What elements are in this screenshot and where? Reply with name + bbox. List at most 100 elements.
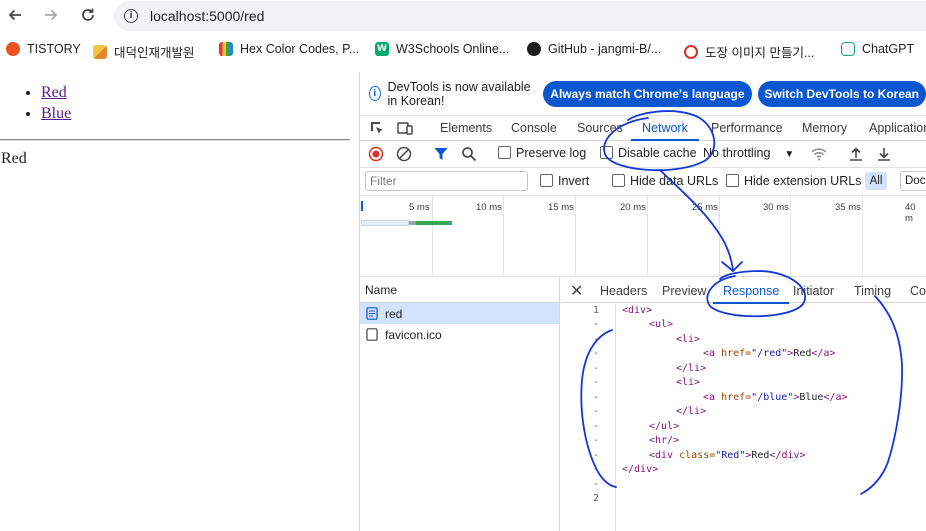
request-name: red xyxy=(385,306,403,321)
request-row-red[interactable]: red xyxy=(360,303,559,324)
red-link[interactable]: Red xyxy=(41,84,67,101)
timeline-tick-label: 20 ms xyxy=(620,202,646,213)
checkbox-box[interactable] xyxy=(726,174,739,187)
forward-button[interactable] xyxy=(40,4,62,26)
bookmark-w3schools[interactable]: W W3Schools Online... xyxy=(375,42,509,56)
info-icon: i xyxy=(369,86,381,101)
filter-icon[interactable] xyxy=(433,146,449,162)
clear-icon[interactable] xyxy=(396,146,412,162)
device-toolbar-icon[interactable] xyxy=(397,120,413,136)
timeline-gridline xyxy=(647,196,648,277)
line-number: - xyxy=(592,435,599,446)
tag: <div xyxy=(649,450,680,461)
bookmark-github[interactable]: GitHub - jangmi-B/... xyxy=(527,42,661,56)
filter-doc-button[interactable]: Doc xyxy=(900,171,926,191)
line-number: 2 xyxy=(592,493,599,504)
switch-to-korean-button[interactable]: Switch DevTools to Korean xyxy=(757,80,926,107)
tab-headers[interactable]: Headers xyxy=(600,284,647,298)
network-conditions-icon[interactable] xyxy=(810,146,828,162)
reload-icon xyxy=(82,8,94,21)
timeline-gridline xyxy=(862,196,863,277)
disable-cache-checkbox[interactable]: Disable cache xyxy=(600,146,697,160)
close-icon[interactable]: ✕ xyxy=(570,281,583,301)
site-info-icon[interactable]: i xyxy=(124,9,138,23)
inspect-element-icon[interactable] xyxy=(369,120,385,136)
stamp-icon xyxy=(684,44,698,59)
record-icon[interactable] xyxy=(368,146,384,162)
tab-cookies[interactable]: Coo xyxy=(910,284,926,298)
bookmark-daedeok[interactable]: 대덕인재개발원 xyxy=(93,42,195,61)
tab-application[interactable]: Application xyxy=(869,121,926,135)
filter-input[interactable]: Filter xyxy=(365,171,528,191)
invert-checkbox[interactable]: Invert xyxy=(540,174,589,188)
tab-initiator[interactable]: Initiator xyxy=(793,284,834,298)
bookmark-hex-color[interactable]: Hex Color Codes, P... xyxy=(219,42,359,56)
timeline-tick-label: 25 ms xyxy=(692,202,718,213)
timeline-download-bar xyxy=(416,221,449,225)
line-number: - xyxy=(592,319,599,330)
code-line: <div class="Red">Red</div> xyxy=(649,450,806,461)
pencil-icon xyxy=(93,44,107,59)
preserve-log-checkbox[interactable]: Preserve log xyxy=(498,146,586,160)
code-line: <a href="/blue">Blue</a> xyxy=(703,392,848,403)
checkbox-box[interactable] xyxy=(540,174,553,187)
timeline-gridline xyxy=(719,196,720,277)
tab-preview[interactable]: Preview xyxy=(662,284,706,298)
checkbox-box[interactable] xyxy=(612,174,625,187)
document-icon xyxy=(366,307,378,320)
throttling-select[interactable]: No throttling ▼ xyxy=(703,146,794,160)
address-bar[interactable]: i localhost:5000/red xyxy=(114,1,926,31)
request-detail: ✕ Headers Preview Response Initiator Tim… xyxy=(561,277,926,531)
devtools-tabbar: Elements Console Sources Network Perform… xyxy=(360,116,926,141)
tab-elements[interactable]: Elements xyxy=(440,121,492,135)
tab-sources[interactable]: Sources xyxy=(577,121,623,135)
line-number: - xyxy=(592,348,599,359)
timeline-gridline xyxy=(503,196,504,277)
tab-console[interactable]: Console xyxy=(511,121,557,135)
search-icon[interactable] xyxy=(461,146,477,162)
reload-button[interactable] xyxy=(77,4,99,26)
bookmarks-bar: TISTORY 대덕인재개발원 Hex Color Codes, P... W … xyxy=(0,36,926,66)
page-content: Red Blue Red xyxy=(0,72,360,531)
code-line: <hr/> xyxy=(649,435,680,446)
line-number: - xyxy=(592,479,599,490)
hide-extension-urls-checkbox[interactable]: Hide extension URLs xyxy=(726,174,861,188)
tab-timing[interactable]: Timing xyxy=(854,284,891,298)
bookmark-chatgpt[interactable]: ChatGPT xyxy=(841,42,914,56)
request-row-favicon[interactable]: favicon.ico xyxy=(360,324,559,345)
export-har-icon[interactable] xyxy=(876,146,892,162)
tab-performance[interactable]: Performance xyxy=(711,121,783,135)
name-column-header[interactable]: Name xyxy=(360,277,559,303)
always-match-language-button[interactable]: Always match Chrome's language xyxy=(543,80,752,107)
tag: </a> xyxy=(811,348,836,359)
bookmark-label: ChatGPT xyxy=(862,42,915,56)
tag: </div> xyxy=(769,450,806,461)
hide-data-urls-checkbox[interactable]: Hide data URLs xyxy=(612,174,718,188)
network-timeline[interactable]: 5 ms 10 ms 15 ms 20 ms 25 ms 30 ms 35 ms… xyxy=(360,196,926,277)
preserve-log-label: Preserve log xyxy=(516,146,587,160)
filter-all-button[interactable]: All xyxy=(865,172,887,190)
code-line: <a href="/red">Red</a> xyxy=(703,348,836,359)
tab-memory[interactable]: Memory xyxy=(802,121,847,135)
checkbox-box[interactable] xyxy=(600,146,613,159)
blue-link[interactable]: Blue xyxy=(41,105,71,122)
timeline-tick-label: 15 ms xyxy=(548,202,574,213)
line-number: - xyxy=(592,406,599,417)
line-number: - xyxy=(592,363,599,374)
line-number: - xyxy=(592,464,599,475)
timeline-cursor xyxy=(361,201,363,211)
code-line: <ul> xyxy=(649,319,674,330)
response-viewer[interactable]: 1 - - - - - - - - - - - - 2 <div> <ul> <… xyxy=(561,304,926,531)
bookmark-stamp[interactable]: 도장 이미지 만들기... xyxy=(684,42,814,61)
checkbox-box[interactable] xyxy=(498,146,511,159)
color-palette-icon xyxy=(219,42,233,56)
github-icon xyxy=(527,42,541,56)
link-list: Red Blue xyxy=(22,82,71,124)
tab-network[interactable]: Network xyxy=(631,121,699,141)
import-har-icon[interactable] xyxy=(848,146,864,162)
tab-response[interactable]: Response xyxy=(712,284,790,304)
code-line: </div> xyxy=(622,464,659,475)
back-button[interactable] xyxy=(4,4,26,26)
bookmark-label: Hex Color Codes, P... xyxy=(240,42,360,56)
bookmark-tistory[interactable]: TISTORY xyxy=(6,42,81,56)
